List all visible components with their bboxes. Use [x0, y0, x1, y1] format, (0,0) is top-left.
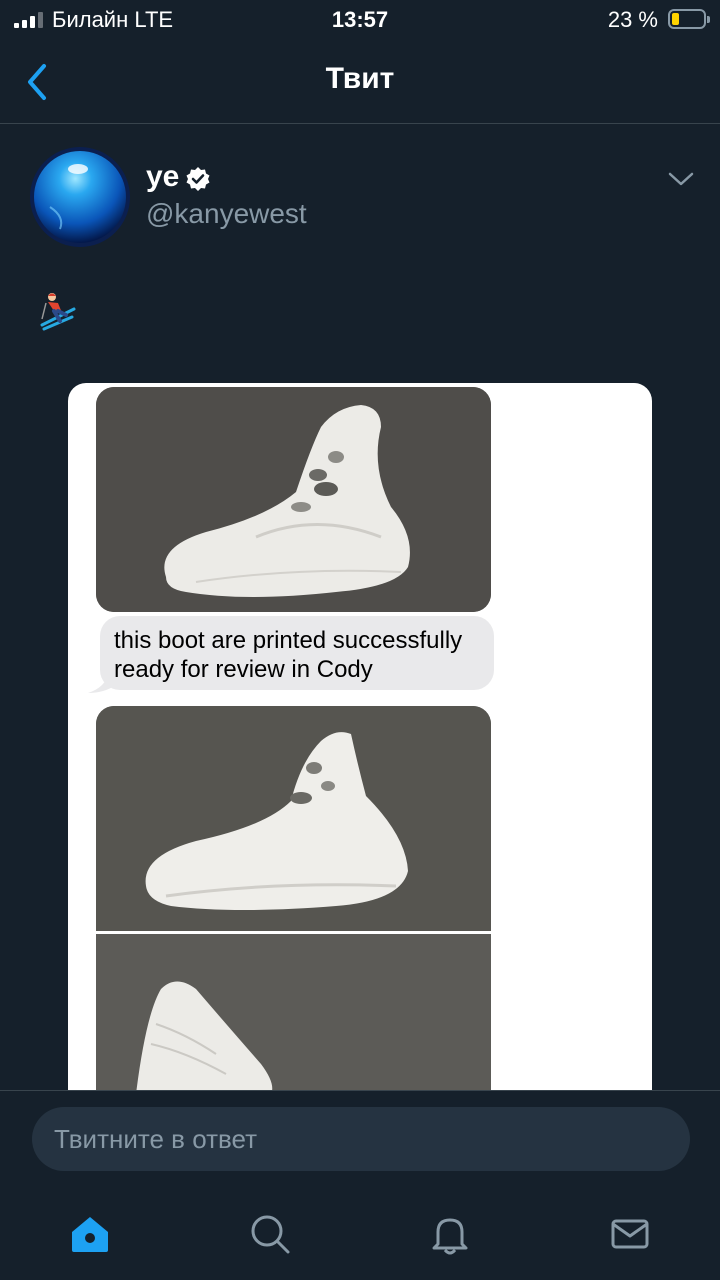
tab-notifications[interactable]: [428, 1212, 472, 1256]
skier-emoji-icon: [40, 293, 76, 331]
tweet-options-button[interactable]: [665, 165, 697, 193]
bottom-tab-bar: [0, 1190, 720, 1280]
author-avatar[interactable]: [30, 147, 130, 247]
top-navigation-bar: Твит: [0, 40, 720, 124]
status-bar: Билайн LTE 13:57 23 %: [0, 0, 720, 40]
shoe-photo-1: [96, 387, 491, 612]
notifications-bell-icon: [432, 1218, 468, 1255]
battery-icon: [668, 9, 710, 29]
page-title: Твит: [325, 62, 395, 95]
shoe-photo-3: [96, 934, 491, 1090]
message-bubble: this boot are printed successfully ready…: [100, 616, 494, 690]
author-name[interactable]: ye: [146, 160, 179, 194]
chevron-down-icon: [668, 172, 694, 186]
avatar-image: [30, 147, 130, 247]
bubble-tail: [88, 673, 116, 693]
verified-badge-icon: [186, 167, 210, 191]
tweet-media-image[interactable]: this boot are printed successfully ready…: [68, 383, 652, 1090]
author-handle[interactable]: @kanyewest: [146, 198, 307, 230]
battery-percentage: 23 %: [607, 7, 658, 32]
tab-search[interactable]: [248, 1212, 292, 1256]
reply-bar: [0, 1090, 720, 1191]
tab-home[interactable]: [68, 1212, 112, 1256]
tab-messages[interactable]: [608, 1212, 652, 1256]
messages-envelope-icon: [611, 1219, 649, 1249]
home-icon: [72, 1217, 108, 1252]
shoe-photo-2: [96, 706, 491, 931]
reply-input[interactable]: [32, 1107, 690, 1171]
search-icon: [251, 1215, 290, 1254]
